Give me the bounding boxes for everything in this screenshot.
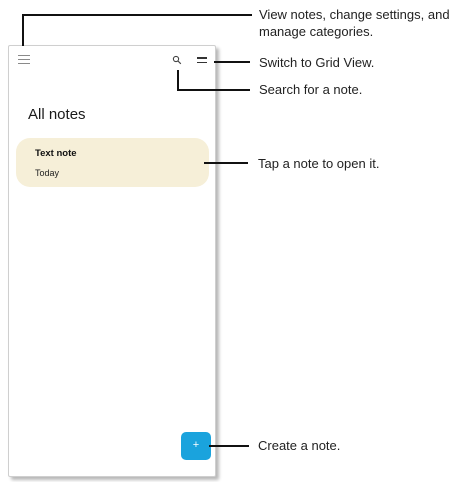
note-date: Today [35, 168, 60, 178]
grid-view-toggle-icon[interactable] [197, 57, 207, 65]
callout-grid-view: Switch to Grid View. [259, 55, 375, 70]
callout-menu: View notes, change settings, and manage … [259, 7, 450, 39]
page-title: All notes [28, 106, 86, 123]
search-icon[interactable] [172, 55, 182, 65]
callout-line-search-horizontal [177, 89, 250, 91]
callout-create: Create a note. [258, 438, 341, 453]
callout-line-search-vertical [177, 70, 179, 90]
menu-icon[interactable] [18, 55, 30, 65]
note-card[interactable]: Text note Today [16, 138, 209, 187]
note-title: Text note [35, 148, 77, 159]
callout-line-menu-vertical [22, 15, 24, 46]
phone-screen: All notes Text note Today + [8, 45, 216, 477]
callout-line-create [209, 445, 249, 447]
callout-open-note: Tap a note to open it. [258, 156, 380, 171]
create-note-button[interactable]: + [181, 432, 211, 460]
callout-search: Search for a note. [259, 82, 363, 97]
callout-line-grid [214, 61, 250, 63]
callout-line-menu-horizontal [22, 14, 252, 16]
callout-line-open-note [204, 162, 248, 164]
